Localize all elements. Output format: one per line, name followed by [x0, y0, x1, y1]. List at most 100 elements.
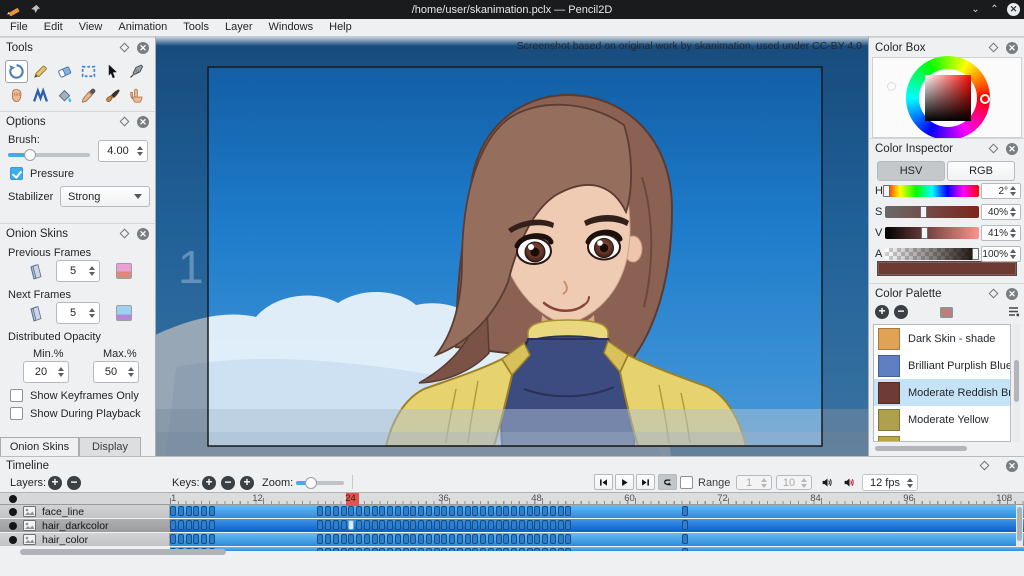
keyframe-cell[interactable] — [480, 548, 486, 551]
keyframe-cell[interactable] — [542, 548, 548, 551]
keyframe-cell[interactable] — [387, 506, 393, 516]
add-keyframe-button[interactable]: + — [202, 476, 216, 490]
menu-item-tools[interactable]: Tools — [175, 19, 217, 36]
keyframe-cell[interactable] — [209, 506, 215, 516]
palette-item-dark-skin-shade[interactable]: Dark Skin - shade — [874, 325, 1010, 352]
keyframe-cell[interactable] — [488, 548, 494, 551]
keyframe-cell[interactable] — [527, 520, 533, 530]
min-opacity-spinbox[interactable]: 20 — [23, 361, 69, 383]
h-slider[interactable] — [885, 185, 979, 197]
keyframe-cell[interactable] — [496, 506, 502, 516]
tool-select-button[interactable] — [77, 60, 100, 83]
keyframe-cell[interactable] — [542, 506, 548, 516]
keyframe-cell[interactable] — [511, 548, 517, 551]
keyframe-cell[interactable] — [488, 506, 494, 516]
keyframe-cell[interactable] — [565, 548, 571, 551]
keyframe-cell[interactable] — [193, 520, 199, 530]
menu-item-layer[interactable]: Layer — [217, 19, 261, 36]
close-button[interactable]: ✕ — [1007, 3, 1020, 16]
keyframe-cell[interactable] — [325, 520, 331, 530]
keyframe-cell[interactable] — [341, 534, 347, 544]
v-slider[interactable] — [885, 227, 979, 239]
keyframe-cell[interactable] — [317, 506, 323, 516]
hue-marker[interactable] — [980, 94, 990, 104]
keyframe-cell[interactable] — [178, 520, 184, 530]
tool-brush-button[interactable] — [101, 84, 124, 107]
keyframe-cell[interactable] — [325, 534, 331, 544]
keyframe-cell[interactable] — [534, 506, 540, 516]
s-value-spinbox[interactable]: 40% — [981, 204, 1021, 220]
layer-name-hair_color[interactable]: hair_color — [0, 533, 170, 546]
timeline-vertical-scrollbar[interactable] — [1016, 505, 1023, 546]
keyframe-cell[interactable] — [465, 506, 471, 516]
a-value-spinbox[interactable]: 100% — [981, 246, 1021, 262]
keyframe-cell[interactable] — [418, 520, 424, 530]
keyframe-cell[interactable] — [193, 506, 199, 516]
show-keyframes-only-checkbox[interactable] — [10, 389, 23, 402]
keyframe-cell[interactable] — [387, 520, 393, 530]
keyframe-cell[interactable] — [317, 534, 323, 544]
keyframe-cell[interactable] — [465, 534, 471, 544]
keyframe-cell[interactable] — [488, 520, 494, 530]
remove-layer-button[interactable]: − — [67, 476, 81, 490]
float-panel-icon[interactable] — [120, 117, 130, 127]
keyframe-cell[interactable] — [511, 520, 517, 530]
keyframe-cell[interactable] — [426, 520, 432, 530]
keyframe-cell[interactable] — [410, 520, 416, 530]
add-color-button[interactable]: + — [875, 305, 889, 319]
keyframe-cell[interactable] — [356, 520, 362, 530]
keyframe-cell[interactable] — [488, 534, 494, 544]
layer-visibility-dot[interactable] — [9, 522, 17, 530]
layer-track-hair_darkcolor[interactable] — [170, 519, 1024, 532]
keyframe-cell[interactable] — [426, 534, 432, 544]
tool-bucket-button[interactable] — [53, 84, 76, 107]
keyframe-cell[interactable] — [472, 534, 478, 544]
keyframe-cell[interactable] — [449, 548, 455, 551]
keyframe-cell[interactable] — [201, 520, 207, 530]
keyframe-cell[interactable] — [457, 506, 463, 516]
stabilizer-dropdown[interactable]: Strong — [60, 186, 150, 207]
keyframe-cell[interactable] — [333, 534, 339, 544]
keyframe-cell[interactable] — [682, 506, 688, 516]
range-checkbox[interactable] — [680, 476, 693, 489]
loop-button[interactable] — [658, 474, 677, 490]
keyframe-cell[interactable] — [565, 534, 571, 544]
dock-tab-display[interactable]: Display — [79, 437, 141, 456]
keyframe-cell[interactable] — [519, 534, 525, 544]
keyframe-cell[interactable] — [465, 520, 471, 530]
keyframe-cell[interactable] — [193, 534, 199, 544]
keyframe-cell[interactable] — [178, 506, 184, 516]
add-layer-button[interactable]: + — [48, 476, 62, 490]
maximize-button[interactable]: ⌃ — [988, 3, 1001, 16]
color-mode-rgb-button[interactable]: RGB — [947, 161, 1015, 181]
keyframe-cell[interactable] — [503, 548, 509, 551]
keyframe-cell[interactable] — [534, 534, 540, 544]
remove-keyframe-button[interactable]: − — [221, 476, 235, 490]
play-button[interactable] — [615, 474, 634, 490]
layer-name-face_line[interactable]: face_line — [0, 505, 170, 518]
palette-item-moderate-reddish-brown[interactable]: Moderate Reddish Brown — [874, 379, 1010, 406]
keyframe-cell[interactable] — [457, 534, 463, 544]
tool-eraser-button[interactable] — [53, 60, 76, 83]
float-panel-icon[interactable] — [989, 43, 999, 53]
s-slider[interactable] — [885, 206, 979, 218]
sound-scrub-icon[interactable] — [840, 474, 859, 490]
keyframe-cell[interactable] — [356, 534, 362, 544]
palette-menu-icon[interactable] — [1007, 305, 1020, 318]
keyframe-cell[interactable] — [503, 534, 509, 544]
minimize-button[interactable]: ⌄ — [969, 3, 982, 16]
keyframe-cell[interactable] — [379, 534, 385, 544]
menu-item-view[interactable]: View — [71, 19, 111, 36]
palette-item-moderate-yellow[interactable]: Moderate Yellow — [874, 406, 1010, 433]
keyframe-cell[interactable] — [170, 520, 176, 530]
keyframe-cell[interactable] — [496, 548, 502, 551]
keyframe-cell[interactable] — [201, 534, 207, 544]
tool-hand-button[interactable] — [5, 84, 28, 107]
keyframe-cell[interactable] — [449, 534, 455, 544]
next-frames-spinbox[interactable]: 5 — [56, 302, 100, 324]
keyframe-cell[interactable] — [403, 534, 409, 544]
keyframe-cell[interactable] — [186, 534, 192, 544]
previous-onion-color-swatch[interactable] — [116, 263, 132, 279]
fps-spinbox[interactable]: 12 fps — [862, 474, 918, 491]
keyframe-cell[interactable] — [372, 520, 378, 530]
